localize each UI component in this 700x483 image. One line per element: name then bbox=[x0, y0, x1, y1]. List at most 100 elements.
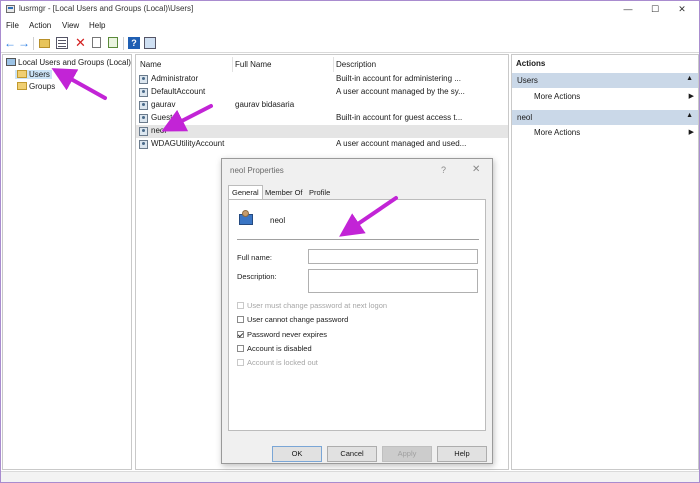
user-icon bbox=[139, 101, 148, 110]
delete-icon[interactable]: ✕ bbox=[75, 36, 87, 49]
description-label: Description: bbox=[237, 272, 277, 281]
tree-item-users[interactable]: Users bbox=[15, 70, 52, 79]
actions-header: Actions bbox=[516, 59, 546, 68]
status-bar bbox=[1, 471, 699, 482]
checkbox-account-disabled[interactable]: Account is disabled bbox=[237, 344, 312, 353]
dialog-close-button[interactable]: ✕ bbox=[472, 164, 480, 175]
row-description: A user account managed by the sy... bbox=[336, 87, 465, 96]
actions-section-neol[interactable]: neol ▲ bbox=[512, 110, 698, 125]
menu-action[interactable]: Action bbox=[29, 21, 51, 30]
table-row[interactable]: gaurav gaurav bidasaria bbox=[136, 99, 508, 112]
column-divider[interactable] bbox=[333, 57, 334, 72]
submenu-arrow-icon: ▶ bbox=[688, 93, 694, 100]
tree-item-groups[interactable]: Groups bbox=[17, 82, 55, 91]
properties-icon[interactable] bbox=[92, 37, 101, 48]
toolbar-separator bbox=[123, 37, 124, 50]
row-full-name: gaurav bidasaria bbox=[235, 100, 295, 109]
help-button[interactable]: Help bbox=[437, 446, 487, 462]
checkbox-box[interactable] bbox=[237, 302, 244, 309]
actions-section-users[interactable]: Users ▲ bbox=[512, 73, 698, 88]
title-bar: lusrmgr - [Local Users and Groups (Local… bbox=[1, 1, 699, 18]
description-field[interactable] bbox=[308, 269, 478, 293]
column-divider[interactable] bbox=[232, 57, 233, 72]
dialog-help-button[interactable]: ? bbox=[441, 165, 446, 175]
collapse-up-icon[interactable]: ▲ bbox=[686, 112, 693, 119]
checkbox-cannot-change-password[interactable]: User cannot change password bbox=[237, 315, 348, 324]
more-actions-label: More Actions bbox=[534, 92, 581, 101]
tab-general[interactable]: General bbox=[228, 185, 263, 199]
user-icon bbox=[139, 114, 148, 123]
full-name-field[interactable] bbox=[308, 249, 478, 264]
more-actions-users[interactable]: More Actions bbox=[534, 92, 580, 101]
apply-button[interactable]: Apply bbox=[382, 446, 432, 462]
minimize-button[interactable]: — bbox=[615, 1, 641, 17]
row-name: gaurav bbox=[151, 100, 176, 109]
user-account-icon bbox=[237, 210, 255, 228]
menu-bar: File Action View Help bbox=[1, 19, 699, 34]
tree-root-label: Local Users and Groups (Local) bbox=[18, 58, 131, 67]
window-title: lusrmgr - [Local Users and Groups (Local… bbox=[19, 4, 194, 13]
tab-member-of[interactable]: Member Of bbox=[262, 186, 306, 199]
tree-pane: Local Users and Groups (Local) Users Gro… bbox=[2, 54, 132, 470]
checkbox-label: User cannot change password bbox=[247, 315, 349, 324]
user-icon bbox=[139, 88, 148, 97]
checkbox-box[interactable] bbox=[237, 331, 244, 338]
table-row-selected[interactable]: neol bbox=[136, 125, 508, 138]
close-button[interactable]: ✕ bbox=[669, 1, 695, 17]
column-header-description[interactable]: Description bbox=[336, 60, 376, 69]
more-actions-neol[interactable]: More Actions bbox=[534, 128, 580, 137]
computer-icon bbox=[6, 58, 16, 66]
general-tab-panel: neol Full name: Description: User must c… bbox=[228, 199, 486, 431]
checkbox-account-locked-out[interactable]: Account is locked out bbox=[237, 358, 318, 367]
tab-profile[interactable]: Profile bbox=[306, 186, 333, 199]
column-header-full-name[interactable]: Full Name bbox=[235, 60, 271, 69]
collapse-up-icon[interactable]: ▲ bbox=[686, 75, 693, 82]
app-icon bbox=[6, 5, 15, 13]
cancel-button[interactable]: Cancel bbox=[327, 446, 377, 462]
checkbox-box[interactable] bbox=[237, 316, 244, 323]
maximize-button[interactable]: ☐ bbox=[642, 1, 668, 17]
folder-icon bbox=[17, 82, 27, 90]
tree-item-label: Groups bbox=[29, 82, 56, 91]
row-description: Built-in account for administering ... bbox=[336, 74, 461, 83]
row-name: DefaultAccount bbox=[151, 87, 206, 96]
user-icon bbox=[139, 75, 148, 84]
more-actions-label: More Actions bbox=[534, 128, 581, 137]
checkbox-must-change-password[interactable]: User must change password at next logon bbox=[237, 301, 387, 310]
checkbox-label: Account is disabled bbox=[247, 344, 312, 353]
toolbar-separator bbox=[33, 37, 34, 50]
submenu-arrow-icon: ▶ bbox=[688, 129, 694, 136]
help-icon[interactable]: ? bbox=[128, 37, 140, 49]
show-hide-tree-icon[interactable] bbox=[56, 37, 68, 49]
table-row[interactable]: Guest Built-in account for guest access … bbox=[136, 112, 508, 125]
row-description: A user account managed and used... bbox=[336, 139, 466, 148]
user-icon bbox=[139, 140, 148, 149]
table-row[interactable]: Administrator Built-in account for admin… bbox=[136, 73, 508, 86]
table-row[interactable]: WDAGUtilityAccount A user account manage… bbox=[136, 138, 508, 151]
back-arrow-icon[interactable]: ← bbox=[4, 37, 16, 49]
menu-help[interactable]: Help bbox=[89, 21, 105, 30]
forward-arrow-icon[interactable]: → bbox=[18, 37, 30, 49]
actions-pane: Actions Users ▲ More Actions ▶ neol ▲ Mo… bbox=[511, 54, 699, 470]
column-header-name[interactable]: Name bbox=[140, 60, 161, 69]
view-icon[interactable] bbox=[144, 37, 156, 49]
lusrmgr-window: lusrmgr - [Local Users and Groups (Local… bbox=[0, 0, 700, 483]
checkbox-box[interactable] bbox=[237, 345, 244, 352]
checkbox-password-never-expires[interactable]: Password never expires bbox=[237, 330, 327, 339]
folder-icon bbox=[17, 70, 27, 78]
row-description: Built-in account for guest access t... bbox=[336, 113, 463, 122]
export-list-icon[interactable] bbox=[108, 37, 118, 48]
up-folder-icon[interactable] bbox=[39, 39, 50, 48]
checkbox-box[interactable] bbox=[237, 359, 244, 366]
tree-root[interactable]: Local Users and Groups (Local) bbox=[6, 58, 131, 67]
section-title: neol bbox=[517, 113, 533, 122]
table-row[interactable]: DefaultAccount A user account managed by… bbox=[136, 86, 508, 99]
menu-view[interactable]: View bbox=[62, 21, 79, 30]
row-name: WDAGUtilityAccount bbox=[151, 139, 225, 148]
properties-dialog: neol Properties ? ✕ General Member Of Pr… bbox=[221, 158, 493, 464]
username-label: neol bbox=[270, 216, 286, 225]
row-name: neol bbox=[151, 126, 167, 135]
ok-button[interactable]: OK bbox=[272, 446, 322, 462]
menu-file[interactable]: File bbox=[6, 21, 19, 30]
tree-item-label: Users bbox=[29, 70, 50, 79]
